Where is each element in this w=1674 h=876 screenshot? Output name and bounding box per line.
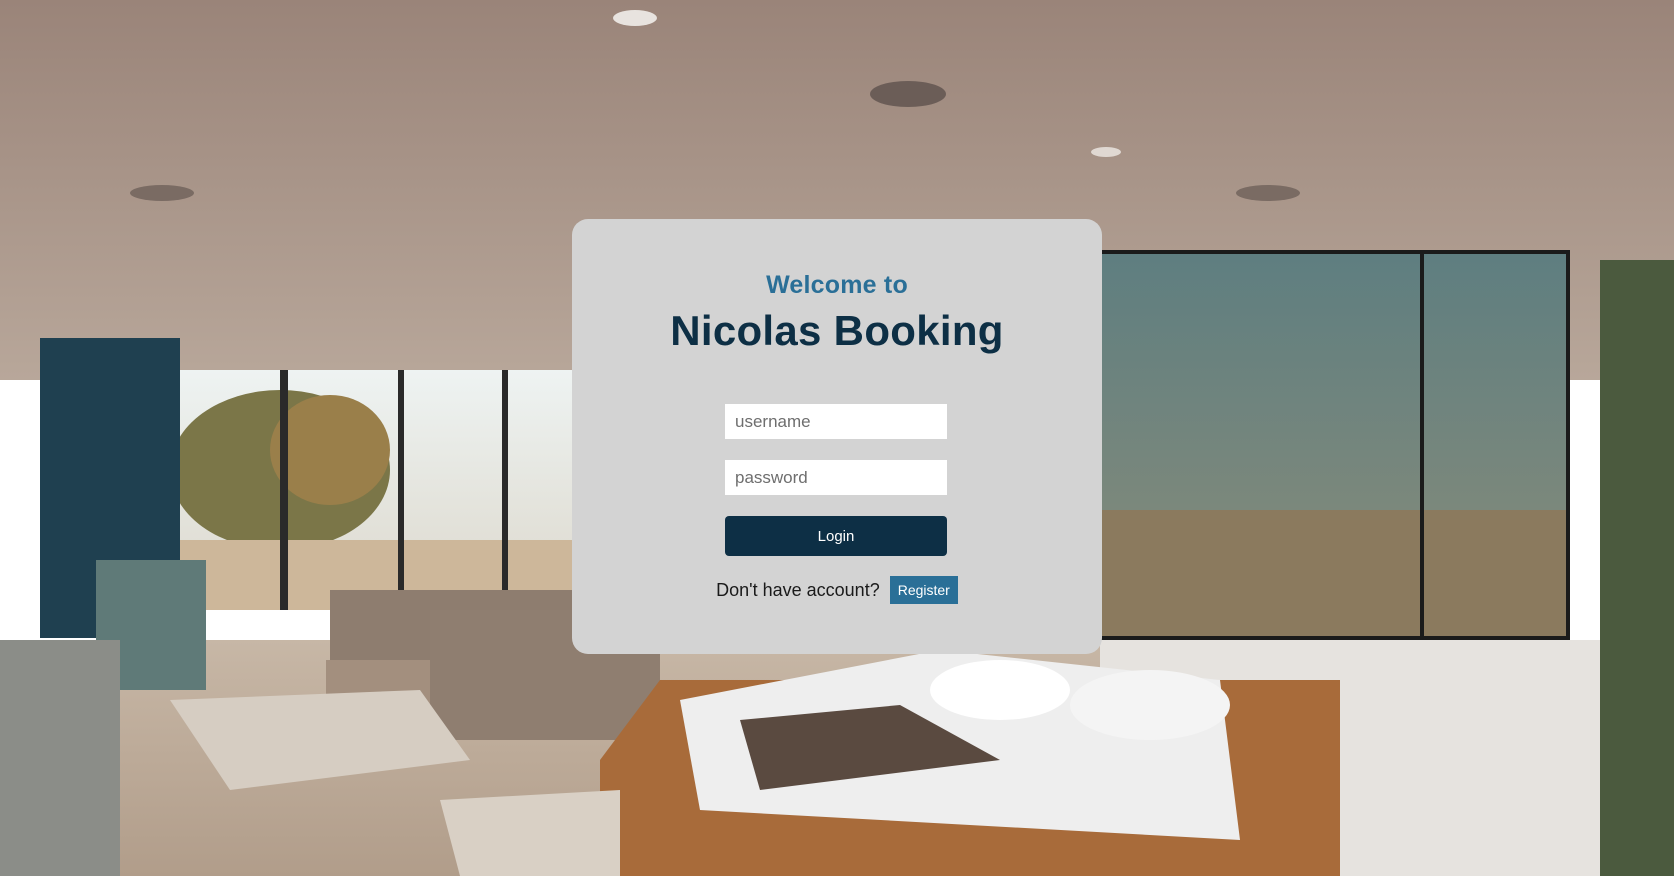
login-card: Welcome to Nicolas Booking Login Don't h… bbox=[572, 219, 1102, 654]
welcome-heading: Welcome to bbox=[766, 271, 908, 299]
register-button[interactable]: Register bbox=[889, 576, 958, 604]
register-row: Don't have account? Register bbox=[572, 576, 1102, 604]
login-button[interactable]: Login bbox=[725, 516, 947, 556]
password-input[interactable] bbox=[725, 460, 947, 495]
username-input[interactable] bbox=[725, 404, 947, 439]
brand-title: Nicolas Booking bbox=[670, 307, 1004, 354]
login-page: Welcome to Nicolas Booking Login Don't h… bbox=[0, 0, 1674, 876]
register-prompt: Don't have account? bbox=[716, 579, 880, 600]
